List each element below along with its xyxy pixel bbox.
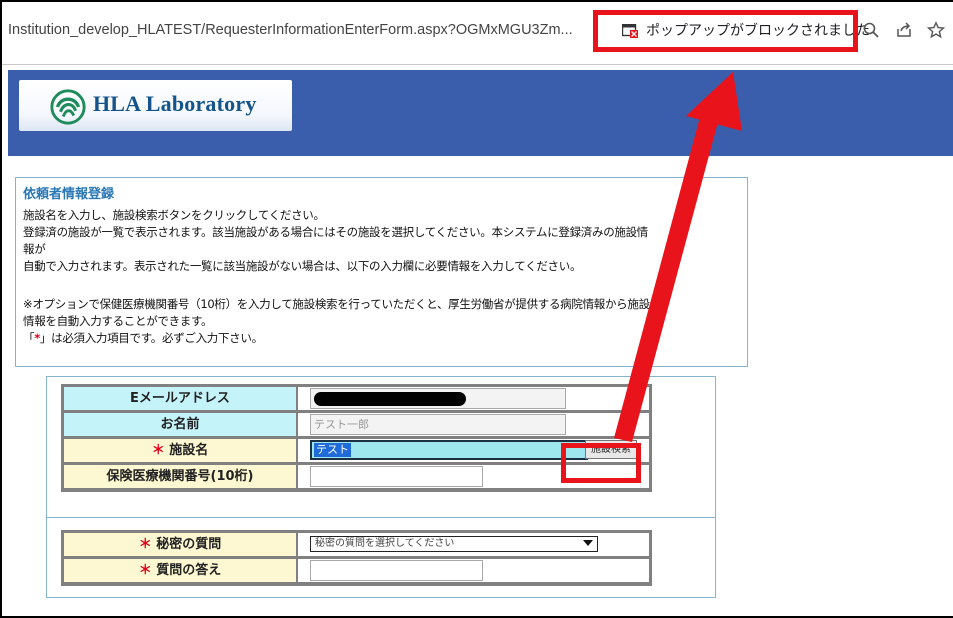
zoom-icon[interactable] [862,21,880,39]
info-line-3: 報が [23,242,46,256]
secret-answer-label: ＊ 質問の答え [64,559,296,582]
form-divider [47,517,715,518]
share-icon[interactable] [895,21,913,39]
required-mark: ＊ [138,537,152,552]
security-question-table: ＊ 秘密の質問 秘密の質問を選択してください ＊ 質問の答え [61,530,652,586]
required-mark: ＊ [138,563,152,578]
info-line-6: 情報を自動入力することができます。 [23,314,213,328]
secret-answer-field[interactable] [310,560,483,581]
name-label: お名前 [64,413,296,436]
facility-name-input[interactable]: テスト [310,440,588,460]
form-container: Eメールアドレス お名前 テスト一郎 ＊ 施設名 テスト 施設検索 保険医療機関… [46,376,716,598]
insurance-number-label: 保険医療機関番号(10桁) [64,465,296,488]
secret-question-label: ＊ 秘密の質問 [64,533,296,556]
insurance-number-field[interactable] [310,466,483,487]
secret-question-label-text: 秘密の質問 [156,537,222,552]
facility-label: ＊ 施設名 [64,439,296,462]
bracket-open: 「 [23,331,35,345]
popup-annotation-box [593,10,858,52]
name-field[interactable]: テスト一郎 [310,414,566,435]
site-header: HLA Laboratory [8,70,953,156]
info-line-5: ※オプションで保健医療機関番号（10桁）を入力して施設検索を行っていただくと、厚… [23,297,661,311]
email-field[interactable] [310,388,566,409]
email-label: Eメールアドレス [64,387,296,410]
toolbar-separator [2,64,953,65]
facility-name-value: テスト [314,443,351,457]
email-cell [298,387,649,410]
info-line-1: 施設名を入力し、施設検索ボタンをクリックしてください。 [23,208,325,222]
url-text[interactable]: Institution_develop_HLATEST/RequesterInf… [8,22,573,38]
secret-question-placeholder: 秘密の質問を選択してください [315,538,455,549]
secret-question-cell: 秘密の質問を選択してください [298,533,649,556]
secret-question-select[interactable]: 秘密の質問を選択してください [310,536,598,552]
search-button-annotation-box [561,443,641,483]
facility-label-text: 施設名 [169,443,209,458]
bookmark-star-icon[interactable] [927,21,945,39]
secret-answer-cell [298,559,649,582]
logo[interactable]: HLA Laboratory [19,80,292,131]
chevron-down-icon [583,540,593,546]
secret-answer-label-text: 質問の答え [156,563,222,578]
logo-text: HLA Laboratory [93,91,257,116]
info-line-4: 自動で入力されます。表示された一覧に該当施設がない場合は、以下の入力欄に必要情報… [23,259,582,273]
page-title: 依頼者情報登録 [23,187,115,202]
name-cell: テスト一郎 [298,413,649,436]
hla-logo-icon [50,89,86,125]
info-line-7: 「*」は必須入力項目です。必ずご入力下さい。 [23,330,263,346]
required-note: 」は必須入力項目です。必ずご入力下さい。 [39,331,263,345]
info-line-2: 登録済の施設が一覧で表示されます。該当施設がある場合にはその施設を選択してくださ… [23,225,649,239]
required-mark: ＊ [151,443,165,458]
info-panel: 依頼者情報登録 施設名を入力し、施設検索ボタンをクリックしてください。 登録済の… [15,177,748,367]
redacted-email [314,392,466,406]
